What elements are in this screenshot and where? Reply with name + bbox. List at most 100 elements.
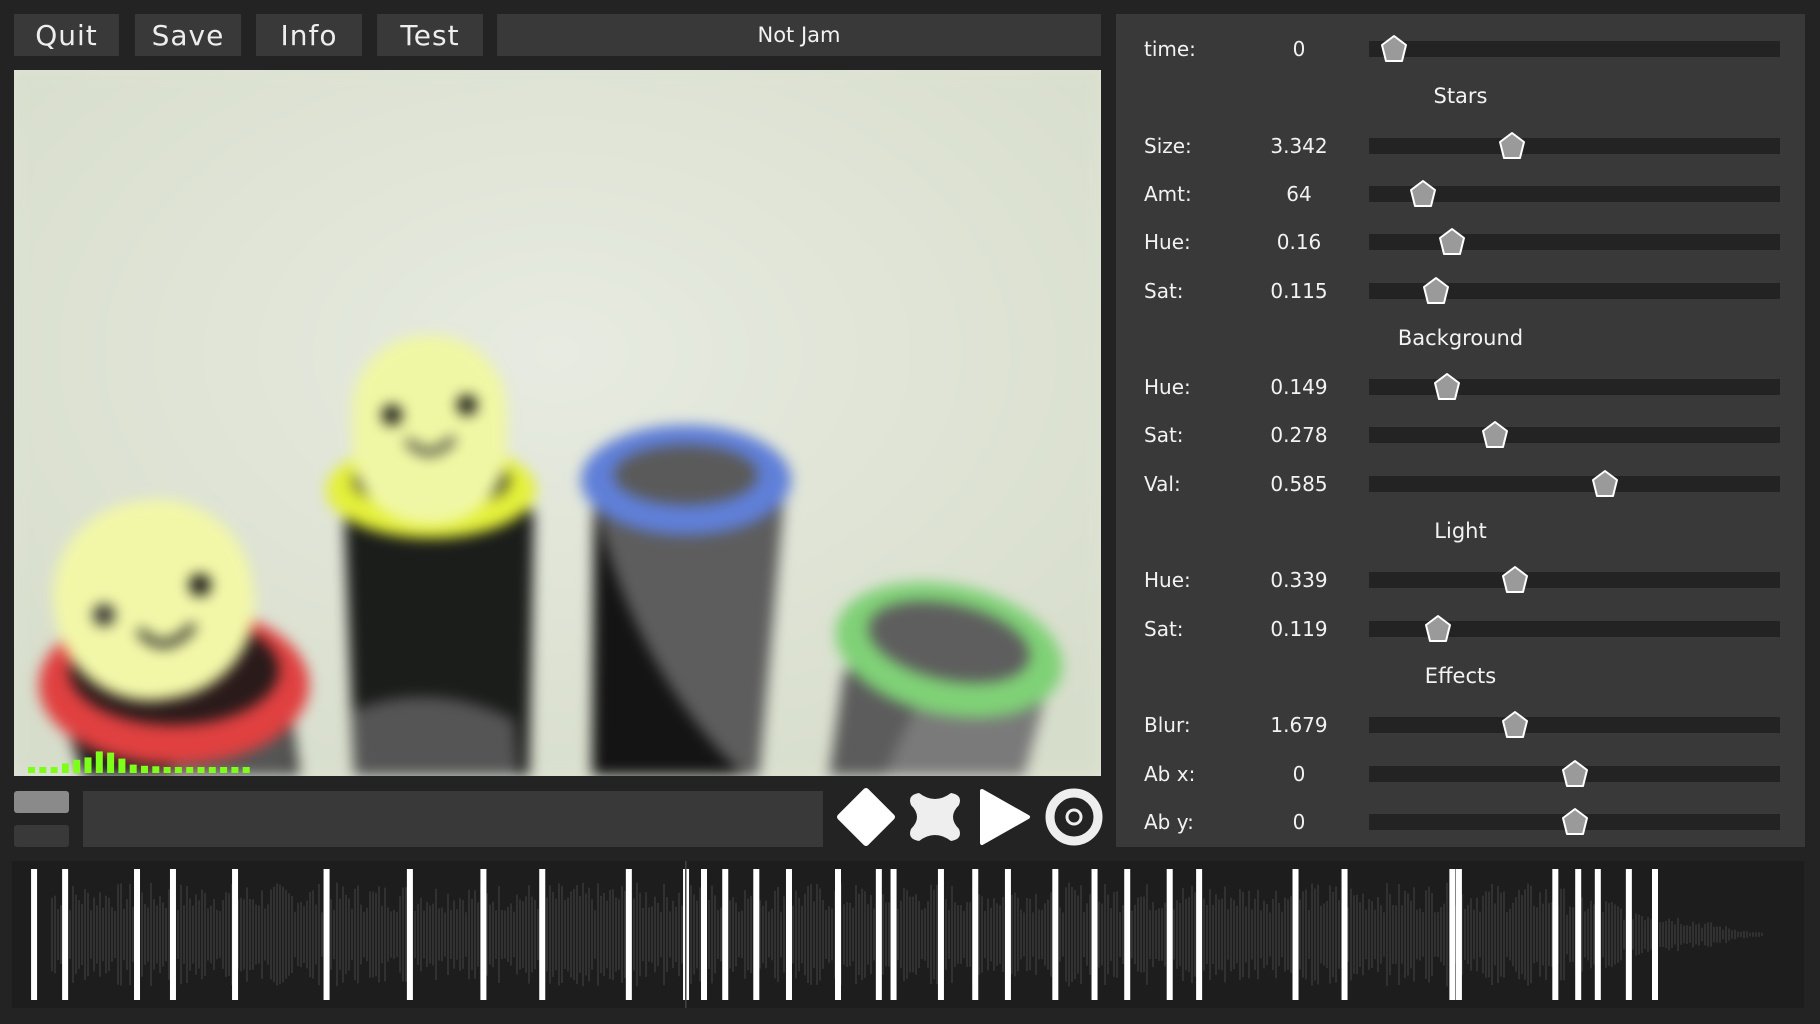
timeline-marker[interactable]: [406, 869, 413, 1000]
timeline-marker[interactable]: [539, 869, 546, 1000]
spectrum-bar: [50, 767, 58, 773]
timeline-marker[interactable]: [701, 869, 708, 1000]
timeline-marker[interactable]: [1124, 869, 1131, 1000]
timeline-marker[interactable]: [625, 869, 632, 1000]
timeline-marker[interactable]: [937, 869, 944, 1000]
mode-toggle-b[interactable]: [14, 825, 69, 847]
diamond-button[interactable]: [834, 785, 898, 849]
timeline-marker[interactable]: [134, 869, 141, 1000]
timeline-marker[interactable]: [835, 869, 841, 1000]
timeline-marker[interactable]: [1625, 869, 1632, 1000]
timeline-marker[interactable]: [1449, 869, 1456, 1000]
timeline-marker[interactable]: [753, 869, 760, 1000]
cross-icon: [910, 793, 960, 841]
timeline-marker[interactable]: [785, 869, 792, 1000]
timeline-marker[interactable]: [169, 869, 176, 1000]
slider-value[interactable]: 0.585: [1244, 464, 1354, 504]
background-hue-slider[interactable]: [1369, 373, 1780, 401]
slider-value[interactable]: 64: [1244, 174, 1354, 214]
effects-aby-slider[interactable]: [1369, 807, 1780, 835]
timeline-marker[interactable]: [722, 869, 729, 1000]
slider-value[interactable]: 0: [1244, 29, 1354, 69]
stars-amt-slider[interactable]: [1369, 179, 1780, 207]
timeline-marker[interactable]: [875, 869, 882, 1000]
light-sat-slider[interactable]: [1369, 614, 1780, 642]
slider-value[interactable]: 0: [1244, 802, 1354, 842]
mode-toggle-a[interactable]: [14, 791, 69, 813]
play-button[interactable]: [972, 785, 1036, 849]
slider-value[interactable]: 1.679: [1244, 705, 1354, 745]
slider-thumb[interactable]: [1501, 710, 1529, 740]
timeline[interactable]: [12, 861, 1804, 1008]
slider-thumb[interactable]: [1481, 420, 1509, 450]
slider-thumb[interactable]: [1561, 759, 1589, 789]
slider-thumb[interactable]: [1422, 276, 1450, 306]
tube-yellow: [326, 335, 536, 776]
slider-thumb[interactable]: [1498, 131, 1526, 161]
light-sat-row: Sat: 0.119: [1116, 609, 1805, 649]
progress-field[interactable]: [83, 791, 823, 847]
timeline-marker[interactable]: [1292, 869, 1299, 1000]
timeline-marker[interactable]: [31, 869, 38, 1000]
timeline-marker[interactable]: [1594, 869, 1601, 1000]
slider-thumb[interactable]: [1438, 227, 1466, 257]
timeline-marker[interactable]: [1652, 869, 1658, 1000]
slider-thumb[interactable]: [1501, 565, 1529, 595]
background-sat-slider[interactable]: [1369, 421, 1780, 449]
time-slider[interactable]: [1369, 35, 1780, 62]
slider-thumb[interactable]: [1433, 372, 1461, 402]
stars-hue-slider[interactable]: [1369, 228, 1780, 256]
slider-thumb[interactable]: [1380, 34, 1408, 64]
effects-blur-slider[interactable]: [1369, 711, 1780, 739]
light-hue-slider[interactable]: [1369, 566, 1780, 594]
timeline-marker[interactable]: [1052, 869, 1059, 1000]
slider-label: Hue:: [1144, 568, 1191, 593]
timeline-marker[interactable]: [1455, 869, 1462, 1000]
spectrum-bar: [231, 767, 239, 773]
timeline-marker[interactable]: [62, 869, 69, 1000]
quit-button[interactable]: Quit: [14, 14, 119, 56]
slider-value[interactable]: 0.149: [1244, 367, 1354, 407]
parameter-panel: time: 0 Stars Size: 3.342 Amt: 64 Hue: 0.16 Sat: 0…: [1116, 14, 1805, 847]
timeline-marker[interactable]: [1196, 869, 1203, 1000]
timeline-marker[interactable]: [1004, 869, 1011, 1000]
cross-button[interactable]: [903, 785, 967, 849]
slider-value[interactable]: 0.278: [1244, 415, 1354, 455]
slider-thumb[interactable]: [1561, 807, 1589, 837]
spectrum-bar: [141, 765, 148, 773]
test-button[interactable]: Test: [377, 14, 483, 56]
timeline-marker[interactable]: [1091, 869, 1098, 1000]
spectrum-bar: [129, 764, 137, 773]
background-val-slider[interactable]: [1369, 469, 1780, 497]
timeline-marker[interactable]: [1552, 869, 1559, 1000]
timeline-marker[interactable]: [1341, 869, 1348, 1000]
timeline-marker[interactable]: [1166, 869, 1173, 1000]
timeline-canvas[interactable]: [12, 861, 1804, 1008]
slider-thumb[interactable]: [1409, 179, 1437, 209]
timeline-marker[interactable]: [232, 869, 239, 1000]
slider-value[interactable]: 3.342: [1244, 126, 1354, 166]
slider-value[interactable]: 0.115: [1244, 271, 1354, 311]
save-button[interactable]: Save: [135, 14, 241, 56]
effects-abx-slider[interactable]: [1369, 759, 1780, 787]
timeline-marker[interactable]: [890, 869, 897, 1000]
project-title[interactable]: Not Jam: [497, 14, 1101, 56]
slider-label: Ab y:: [1144, 809, 1194, 834]
info-button[interactable]: Info: [256, 14, 362, 56]
spectrum-bar: [186, 767, 194, 773]
timeline-marker[interactable]: [323, 869, 330, 1000]
timeline-marker[interactable]: [1575, 869, 1582, 1000]
slider-thumb[interactable]: [1591, 469, 1619, 499]
slider-value[interactable]: 0.16: [1244, 222, 1354, 262]
slider-thumb[interactable]: [1424, 614, 1452, 644]
slider-label: Val:: [1144, 471, 1181, 496]
slider-value[interactable]: 0: [1244, 754, 1354, 794]
record-button[interactable]: [1042, 785, 1106, 849]
slider-value[interactable]: 0.119: [1244, 609, 1354, 649]
stars-sat-slider[interactable]: [1369, 276, 1780, 304]
timeline-marker[interactable]: [972, 869, 979, 1000]
slider-value[interactable]: 0.339: [1244, 560, 1354, 600]
stars-size-slider[interactable]: [1369, 131, 1780, 159]
render-viewport[interactable]: [14, 70, 1101, 776]
timeline-marker[interactable]: [480, 869, 487, 1000]
